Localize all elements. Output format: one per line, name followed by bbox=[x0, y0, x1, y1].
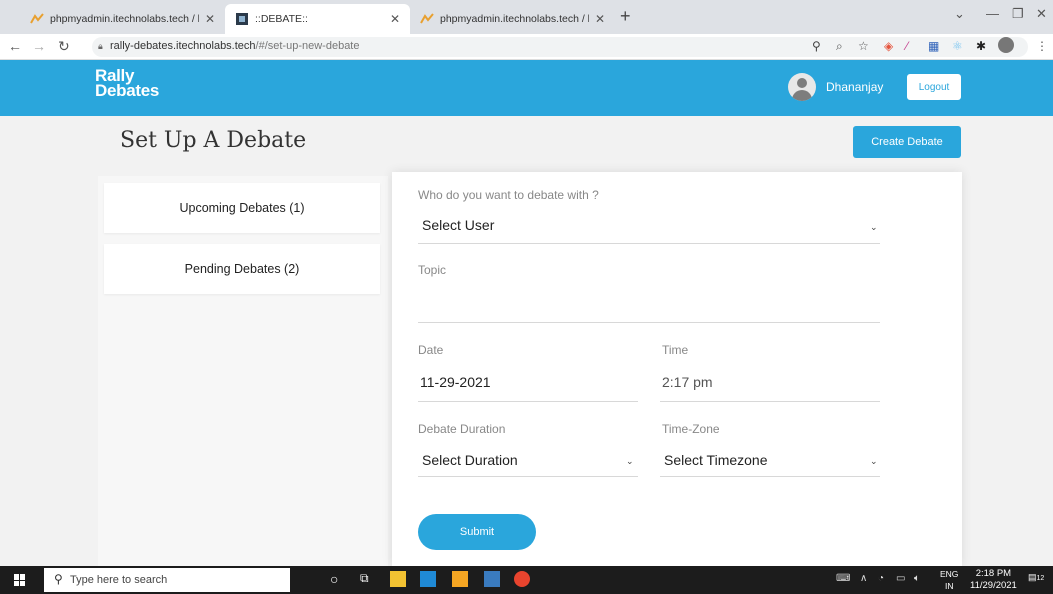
language-indicator[interactable]: ENG IN bbox=[940, 568, 958, 592]
username[interactable]: Dhananjay bbox=[826, 80, 883, 94]
avatar-body bbox=[792, 90, 812, 101]
bookmark-star-icon[interactable]: ☆ bbox=[858, 39, 869, 53]
extension-icon[interactable]: ◈ bbox=[884, 39, 893, 53]
logo-line-2: Debates bbox=[95, 81, 160, 100]
taskbar-search-input[interactable]: Type here to search bbox=[70, 574, 167, 586]
date-input[interactable]: 11-29-2021 bbox=[420, 374, 491, 390]
chevron-down-icon[interactable]: ⌄ bbox=[870, 456, 878, 467]
chrome-icon[interactable] bbox=[514, 571, 530, 587]
sidebar-item-upcoming-debates[interactable]: Upcoming Debates (1) bbox=[104, 183, 380, 233]
time-input[interactable]: 2:17 pm bbox=[662, 374, 713, 390]
notification-center-icon[interactable]: ▤12 bbox=[1028, 572, 1044, 588]
avatar-head bbox=[797, 78, 807, 88]
debate-favicon-icon bbox=[235, 12, 249, 26]
sublime-text-icon[interactable] bbox=[452, 571, 468, 587]
topic-label: Topic bbox=[418, 263, 447, 277]
browser-tab-phpmyadmin-2[interactable]: phpmyadmin.itechnolabs.tech / l ✕ bbox=[410, 4, 615, 34]
tab-title: phpmyadmin.itechnolabs.tech / l bbox=[440, 13, 589, 25]
sidebar-item-pending-debates[interactable]: Pending Debates (2) bbox=[104, 244, 380, 294]
tab-title: ::DEBATE:: bbox=[255, 13, 308, 25]
windows-start-icon[interactable] bbox=[14, 574, 26, 586]
create-debate-button[interactable]: Create Debate bbox=[853, 126, 961, 158]
keyboard-icon[interactable]: ⌨ bbox=[836, 573, 850, 584]
new-tab-icon[interactable]: + bbox=[620, 6, 631, 27]
duration-label: Debate Duration bbox=[418, 422, 506, 436]
rally-debates-logo[interactable]: Rally Debates bbox=[95, 67, 160, 100]
clock-date: 11/29/2021 bbox=[970, 580, 1017, 591]
timezone-label: Time-Zone bbox=[662, 422, 720, 436]
timezone-underline bbox=[660, 476, 880, 477]
clock-time: 2:18 PM bbox=[975, 568, 1012, 579]
timezone-select[interactable]: Select Timezone bbox=[664, 452, 768, 468]
close-icon[interactable]: ✕ bbox=[390, 12, 400, 26]
chevron-down-icon[interactable]: ⌄ bbox=[870, 222, 878, 233]
reload-icon[interactable]: ↻ bbox=[58, 38, 70, 55]
phpmyadmin-icon bbox=[30, 12, 44, 26]
duration-select[interactable]: Select Duration bbox=[422, 452, 518, 468]
store-icon[interactable] bbox=[420, 571, 436, 587]
time-label: Time bbox=[662, 343, 689, 357]
close-icon[interactable]: ✕ bbox=[595, 12, 605, 26]
tab-search-icon[interactable]: ⌄ bbox=[954, 6, 965, 22]
browser-menu-icon[interactable]: ⋮ bbox=[1036, 39, 1048, 53]
maximize-icon[interactable]: ❐ bbox=[1012, 6, 1024, 22]
url-text: rally-debates.itechnolabs.tech/#/set-up-… bbox=[110, 40, 359, 52]
back-icon[interactable]: ← bbox=[8, 38, 22, 54]
phpmyadmin-icon bbox=[420, 12, 434, 26]
profile-avatar-icon[interactable] bbox=[998, 37, 1014, 53]
network-icon[interactable]: ◔ bbox=[878, 573, 884, 584]
terminal-icon[interactable] bbox=[484, 571, 500, 587]
extensions-puzzle-icon[interactable]: ✱ bbox=[976, 39, 986, 53]
notification-count: 12 bbox=[1036, 575, 1045, 582]
taskbar-clock[interactable]: 2:18 PM 11/29/2021 bbox=[970, 568, 1017, 592]
date-label: Date bbox=[418, 343, 444, 357]
user-avatar-icon[interactable] bbox=[788, 73, 816, 101]
browser-tab-debate[interactable]: ::DEBATE:: ✕ bbox=[225, 4, 410, 34]
time-underline bbox=[660, 401, 880, 402]
url-path: /#/set-up-new-debate bbox=[255, 40, 360, 52]
region-code: IN bbox=[944, 581, 954, 591]
tab-title: phpmyadmin.itechnolabs.tech / l bbox=[50, 13, 199, 25]
debates-sidebar bbox=[98, 176, 388, 566]
duration-underline bbox=[418, 476, 638, 477]
minimize-icon[interactable]: — bbox=[986, 6, 999, 21]
search-icon: ⚲ bbox=[54, 572, 63, 586]
task-view-icon[interactable]: ⧉ bbox=[360, 571, 376, 587]
url-host: rally-debates.itechnolabs.tech bbox=[110, 40, 256, 52]
file-explorer-icon[interactable] bbox=[390, 571, 406, 587]
opponent-select[interactable]: Select User bbox=[422, 217, 494, 233]
browser-tab-phpmyadmin-1[interactable]: phpmyadmin.itechnolabs.tech / l ✕ bbox=[20, 4, 225, 34]
submit-button[interactable]: Submit bbox=[418, 514, 536, 550]
zoom-icon[interactable]: ⌕ bbox=[836, 39, 843, 54]
topic-underline bbox=[418, 322, 880, 323]
cortana-icon[interactable]: ○ bbox=[330, 571, 346, 587]
forward-icon[interactable]: → bbox=[32, 38, 46, 54]
topic-input[interactable] bbox=[422, 292, 878, 314]
opponent-underline bbox=[418, 243, 880, 244]
extension-react-icon[interactable]: ⚛ bbox=[952, 39, 963, 53]
extension-pen-icon[interactable]: ⁄ bbox=[906, 39, 908, 53]
logout-button[interactable]: Logout bbox=[907, 74, 961, 100]
volume-icon[interactable]: 🔈︎ bbox=[914, 573, 920, 584]
language-code: ENG bbox=[940, 569, 959, 579]
page-title: Set Up A Debate bbox=[120, 128, 307, 153]
chevron-down-icon[interactable]: ⌄ bbox=[626, 456, 634, 467]
date-underline bbox=[418, 401, 638, 402]
location-icon[interactable]: ⚲ bbox=[812, 39, 821, 53]
show-hidden-icons-icon[interactable]: ∧ bbox=[860, 573, 867, 584]
opponent-label: Who do you want to debate with ? bbox=[418, 188, 599, 202]
battery-icon[interactable]: ▭ bbox=[896, 573, 905, 584]
close-icon[interactable]: ✕ bbox=[205, 12, 215, 26]
extension-grid-icon[interactable]: ▦ bbox=[928, 39, 939, 53]
lock-icon[interactable]: 🔒︎ bbox=[98, 41, 103, 52]
window-close-icon[interactable]: ✕ bbox=[1036, 6, 1047, 22]
